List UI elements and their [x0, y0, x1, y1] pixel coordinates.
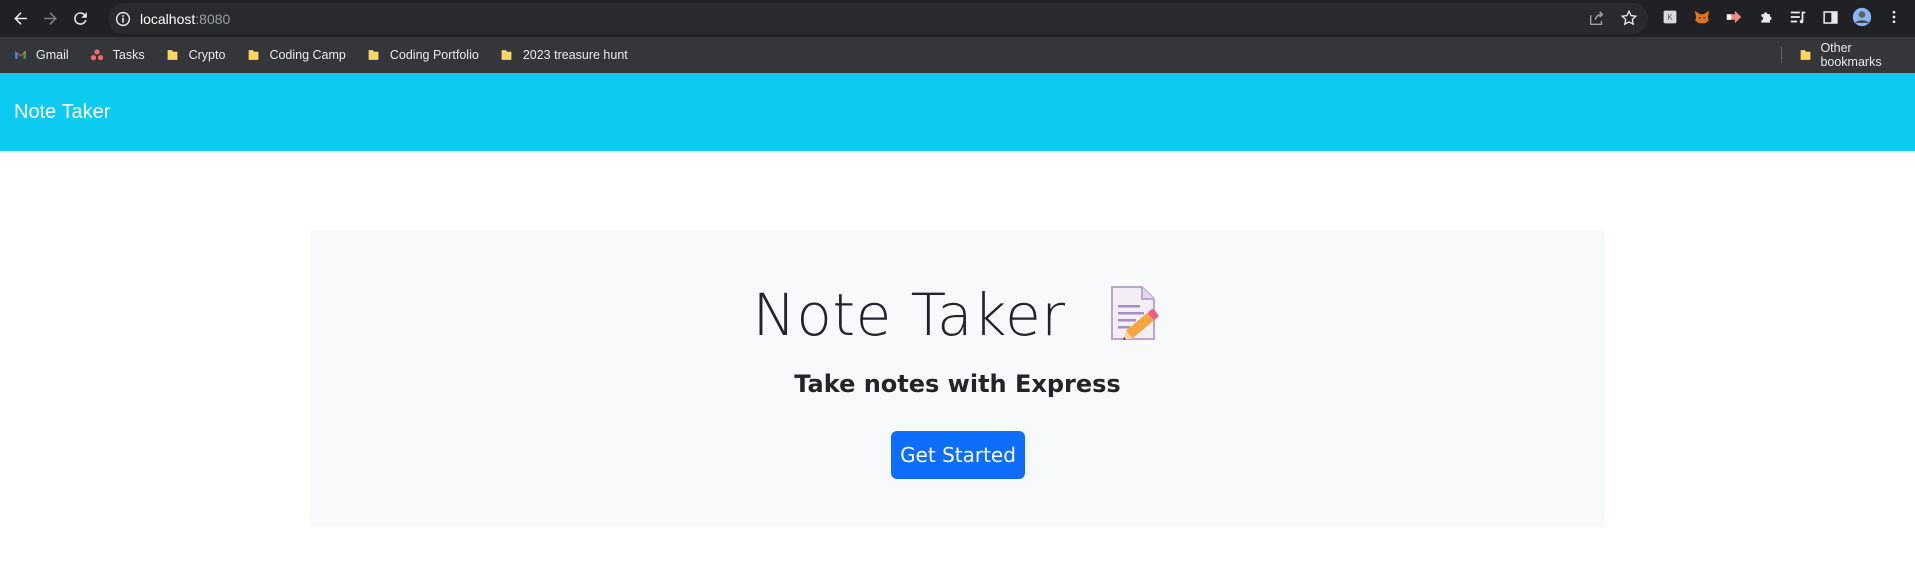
share-icon[interactable]	[1588, 9, 1606, 32]
extension-k-icon[interactable]: K	[1660, 7, 1680, 27]
folder-icon	[499, 47, 515, 63]
bookmark-coding-portfolio[interactable]: Coding Portfolio	[358, 41, 487, 69]
extensions-area: K	[1660, 7, 1904, 27]
site-info-icon[interactable]	[114, 10, 132, 28]
browser-menu-icon[interactable]	[1884, 7, 1904, 27]
back-icon[interactable]	[5, 4, 35, 34]
bookmark-label: 2023 treasure hunt	[522, 48, 628, 62]
extension-arrow-icon[interactable]	[1724, 7, 1744, 27]
reload-icon[interactable]	[65, 4, 95, 34]
hero-title-text: Note Taker	[752, 281, 1066, 349]
bookmark-label: Crypto	[188, 48, 226, 62]
folder-icon	[1798, 47, 1812, 63]
memo-icon	[1107, 283, 1163, 343]
folder-icon	[165, 47, 181, 63]
profile-avatar[interactable]	[1852, 7, 1872, 27]
other-bookmarks-label: Other bookmarks	[1820, 41, 1882, 69]
bookmark-coding-camp[interactable]: Coding Camp	[237, 41, 353, 69]
hero-section: Note Taker Take notes with Express Get S…	[310, 231, 1605, 527]
bookmarks-divider	[1781, 47, 1782, 63]
bookmark-crypto[interactable]: Crypto	[157, 41, 234, 69]
metamask-fox-icon[interactable]	[1692, 7, 1712, 27]
bookmark-treasure-hunt[interactable]: 2023 treasure hunt	[491, 41, 636, 69]
app-navbar: Note Taker	[0, 73, 1915, 151]
side-panel-icon[interactable]	[1820, 7, 1840, 27]
bookmark-gmail[interactable]: Gmail	[4, 41, 77, 69]
tasks-icon	[89, 47, 105, 63]
media-queue-icon[interactable]	[1788, 7, 1808, 27]
url-host: localhost	[140, 10, 196, 27]
bookmarks-bar: Gmail Tasks Crypto Coding Camp Coding Po…	[0, 37, 1915, 73]
gmail-icon	[12, 47, 28, 63]
url-port: :8080	[195, 10, 231, 27]
forward-icon[interactable]	[35, 4, 65, 34]
bookmark-tasks[interactable]: Tasks	[81, 41, 153, 69]
bookmark-label: Coding Camp	[269, 48, 346, 62]
folder-icon	[245, 47, 261, 63]
folder-icon	[366, 47, 382, 63]
bookmark-label: Gmail	[36, 48, 69, 62]
address-bar[interactable]: localhost:8080	[108, 3, 1648, 34]
navbar-brand[interactable]: Note Taker	[14, 101, 110, 124]
bookmark-label: Coding Portfolio	[389, 48, 479, 62]
bookmark-label: Tasks	[112, 48, 145, 62]
bookmark-star-icon[interactable]	[1620, 9, 1638, 32]
svg-text:K: K	[1667, 13, 1673, 22]
browser-toolbar: localhost:8080 K	[0, 0, 1915, 37]
other-bookmarks[interactable]: Other bookmarks	[1790, 41, 1915, 69]
url-text: localhost:8080	[140, 11, 230, 27]
get-started-button[interactable]: Get Started	[891, 431, 1025, 479]
hero-subtitle: Take notes with Express	[794, 370, 1121, 398]
extensions-puzzle-icon[interactable]	[1756, 7, 1776, 27]
hero-title: Note Taker	[310, 281, 1605, 349]
